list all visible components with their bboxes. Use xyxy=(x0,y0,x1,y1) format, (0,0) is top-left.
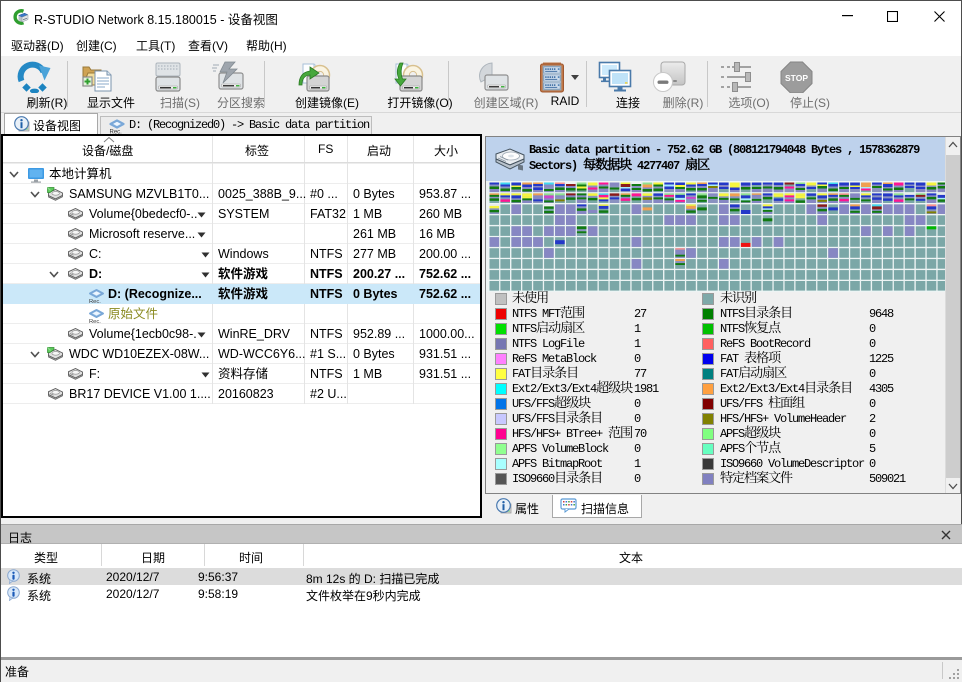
svg-text:Rec.: Rec. xyxy=(89,319,101,323)
svg-text:STOP: STOP xyxy=(785,73,808,83)
svg-text:Rec.: Rec. xyxy=(89,299,101,303)
